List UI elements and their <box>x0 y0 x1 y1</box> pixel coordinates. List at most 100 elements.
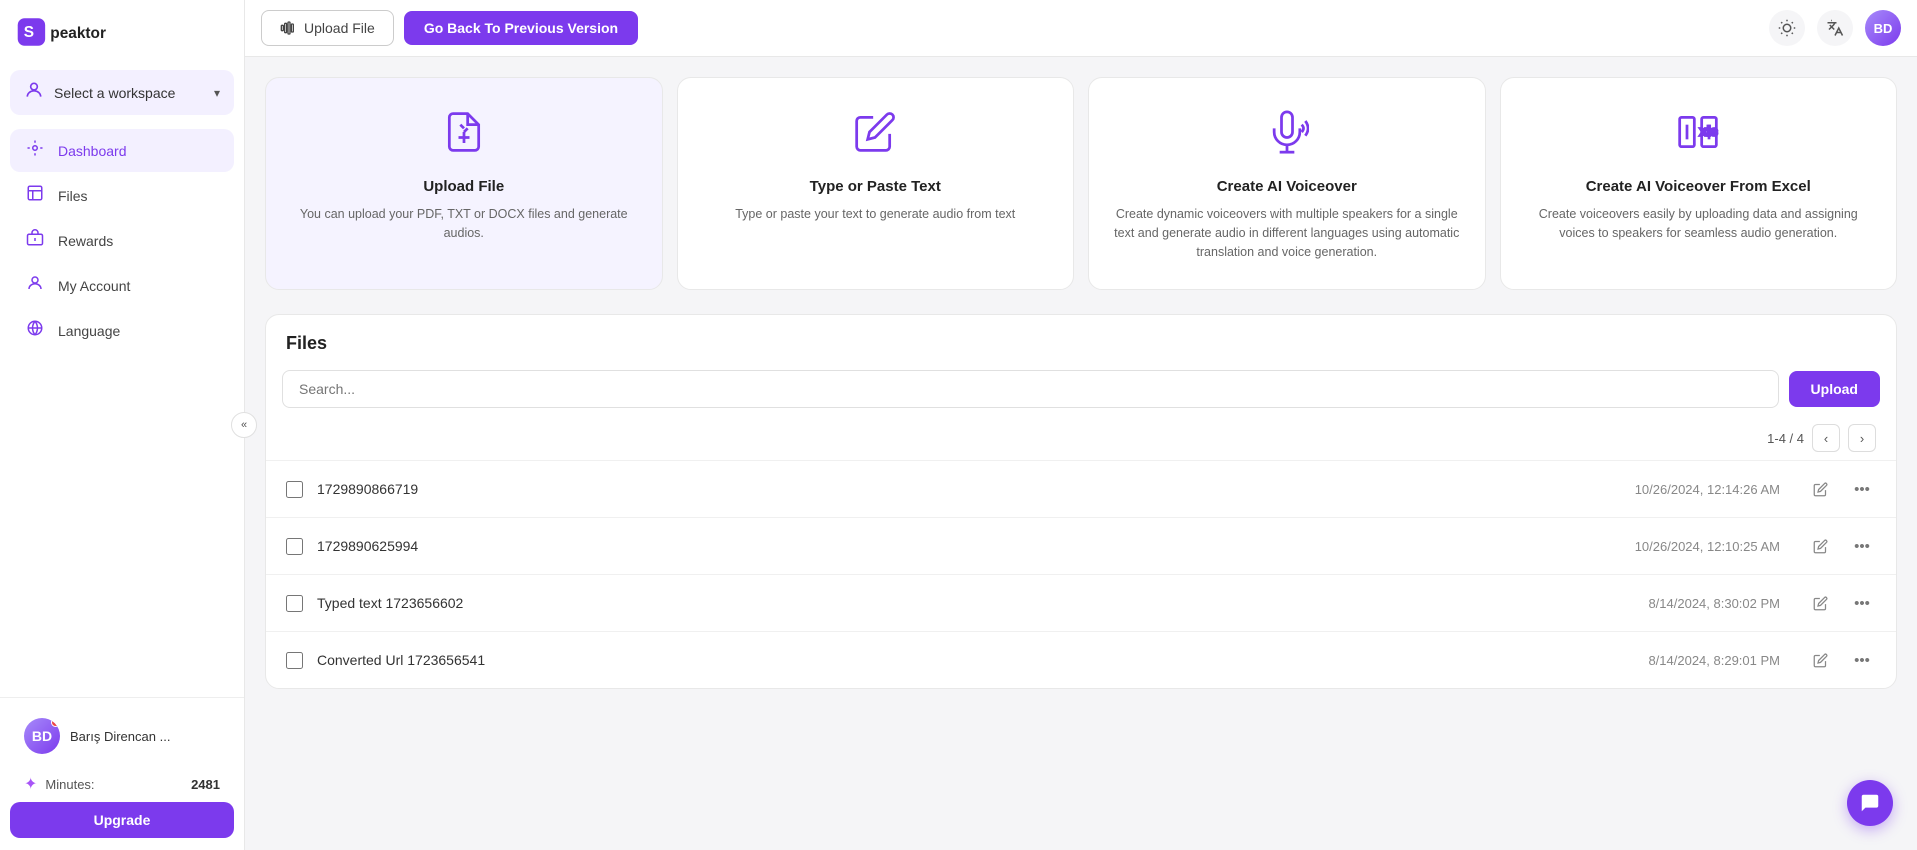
files-icon <box>24 184 46 207</box>
file-edit-icon-2[interactable] <box>1806 532 1834 560</box>
workspace-icon <box>24 80 44 105</box>
pagination-next-button[interactable]: › <box>1848 424 1876 452</box>
sidebar-item-dashboard-label: Dashboard <box>58 143 127 159</box>
sidebar: S peaktor Select a workspace ▾ Dashboard… <box>0 0 245 850</box>
dashboard-icon <box>24 139 46 162</box>
file-checkbox-2[interactable] <box>286 538 303 555</box>
file-name-3: Typed text 1723656602 <box>317 595 1634 611</box>
file-date-4: 8/14/2024, 8:29:01 PM <box>1648 653 1780 668</box>
main-area: Upload File Go Back To Previous Version … <box>245 0 1917 850</box>
table-row: 1729890625994 10/26/2024, 12:10:25 AM ••… <box>266 517 1896 574</box>
sidebar-item-my-account[interactable]: My Account <box>10 264 234 307</box>
pagination-prev-button[interactable]: ‹ <box>1812 424 1840 452</box>
sidebar-item-files[interactable]: Files <box>10 174 234 217</box>
file-edit-icon-4[interactable] <box>1806 646 1834 674</box>
files-section-title: Files <box>266 315 1896 364</box>
chat-bubble-button[interactable] <box>1847 780 1893 826</box>
pagination-info: 1-4 / 4 <box>1767 431 1804 446</box>
action-cards-grid: Upload File You can upload your PDF, TXT… <box>265 77 1897 290</box>
upload-file-card-title: Upload File <box>423 178 504 195</box>
translate-button[interactable] <box>1817 10 1853 46</box>
sidebar-item-dashboard[interactable]: Dashboard <box>10 129 234 172</box>
type-paste-card-desc: Type or paste your text to generate audi… <box>735 205 1015 224</box>
minutes-label: Minutes: <box>45 777 183 792</box>
theme-toggle-button[interactable] <box>1769 10 1805 46</box>
file-more-icon-4[interactable]: ••• <box>1848 646 1876 674</box>
svg-text:peaktor: peaktor <box>50 25 106 42</box>
notification-dot <box>51 718 60 727</box>
file-more-icon-2[interactable]: ••• <box>1848 532 1876 560</box>
workspace-label: Select a workspace <box>54 85 204 101</box>
files-section: Files Upload 1-4 / 4 ‹ › 1729890866719 1… <box>265 314 1897 689</box>
search-input[interactable] <box>282 370 1779 408</box>
avatar: BD <box>24 718 60 754</box>
pagination-row: 1-4 / 4 ‹ › <box>266 420 1896 460</box>
ai-voiceover-excel-card-desc: Create voiceovers easily by uploading da… <box>1521 205 1877 243</box>
table-row: Typed text 1723656602 8/14/2024, 8:30:02… <box>266 574 1896 631</box>
user-avatar-topbar[interactable]: BD <box>1865 10 1901 46</box>
language-icon <box>24 319 46 342</box>
file-name-1: 1729890866719 <box>317 481 1621 497</box>
table-row: Converted Url 1723656541 8/14/2024, 8:29… <box>266 631 1896 688</box>
upgrade-button[interactable]: Upgrade <box>10 802 234 838</box>
file-checkbox-4[interactable] <box>286 652 303 669</box>
svg-text:S: S <box>24 24 34 41</box>
files-upload-button[interactable]: Upload <box>1789 371 1880 407</box>
speaktor-logo: S peaktor <box>16 14 136 50</box>
user-name: Barış Direncan ... <box>70 729 170 744</box>
main-content: Upload File You can upload your PDF, TXT… <box>245 57 1917 850</box>
minutes-value: 2481 <box>191 777 220 792</box>
sidebar-item-language[interactable]: Language <box>10 309 234 352</box>
file-more-icon-3[interactable]: ••• <box>1848 589 1876 617</box>
file-checkbox-3[interactable] <box>286 595 303 612</box>
svg-text:xls: xls <box>1700 124 1718 139</box>
translate-icon <box>1826 19 1844 37</box>
workspace-selector[interactable]: Select a workspace ▾ <box>10 70 234 115</box>
sidebar-item-language-label: Language <box>58 323 120 339</box>
sidebar-item-files-label: Files <box>58 188 88 204</box>
table-row: 1729890866719 10/26/2024, 12:14:26 AM ••… <box>266 460 1896 517</box>
action-card-type-paste[interactable]: Type or Paste Text Type or paste your te… <box>677 77 1075 290</box>
action-card-ai-voiceover[interactable]: Create AI Voiceover Create dynamic voice… <box>1088 77 1486 290</box>
user-row[interactable]: BD Barış Direncan ... <box>10 710 234 762</box>
waveform-icon <box>280 20 296 36</box>
rewards-icon <box>24 229 46 252</box>
ai-voiceover-card-icon <box>1265 110 1309 164</box>
ai-voiceover-card-desc: Create dynamic voiceovers with multiple … <box>1109 205 1465 261</box>
file-checkbox-1[interactable] <box>286 481 303 498</box>
sidebar-collapse-button[interactable]: « <box>231 412 257 438</box>
file-edit-icon-3[interactable] <box>1806 589 1834 617</box>
file-more-icon-1[interactable]: ••• <box>1848 475 1876 503</box>
file-edit-icon-1[interactable] <box>1806 475 1834 503</box>
type-paste-card-title: Type or Paste Text <box>810 178 941 195</box>
sidebar-nav: Dashboard Files Rewards My Account Langu <box>0 121 244 697</box>
account-icon <box>24 274 46 297</box>
sidebar-item-rewards[interactable]: Rewards <box>10 219 234 262</box>
ai-voiceover-card-title: Create AI Voiceover <box>1217 178 1357 195</box>
minutes-row: ✦ Minutes: 2481 <box>10 770 234 802</box>
sidebar-bottom: BD Barış Direncan ... ✦ Minutes: 2481 Up… <box>0 697 244 850</box>
topbar-right: BD <box>1769 10 1901 46</box>
file-name-4: Converted Url 1723656541 <box>317 652 1634 668</box>
go-back-button[interactable]: Go Back To Previous Version <box>404 11 638 45</box>
upload-file-card-icon <box>442 110 486 164</box>
upload-file-card-desc: You can upload your PDF, TXT or DOCX fil… <box>286 205 642 243</box>
action-card-ai-voiceover-excel[interactable]: xls Create AI Voiceover From Excel Creat… <box>1500 77 1898 290</box>
logo-area: S peaktor <box>0 0 244 64</box>
ai-voiceover-excel-card-title: Create AI Voiceover From Excel <box>1586 178 1811 195</box>
sun-icon <box>1778 19 1796 37</box>
file-date-3: 8/14/2024, 8:30:02 PM <box>1648 596 1780 611</box>
files-search-row: Upload <box>266 364 1896 420</box>
sidebar-item-my-account-label: My Account <box>58 278 130 294</box>
file-date-2: 10/26/2024, 12:10:25 AM <box>1635 539 1780 554</box>
ai-voiceover-excel-card-icon: xls <box>1676 110 1720 164</box>
chevron-down-icon: ▾ <box>214 86 220 100</box>
topbar: Upload File Go Back To Previous Version … <box>245 0 1917 57</box>
sidebar-item-rewards-label: Rewards <box>58 233 113 249</box>
upload-file-label: Upload File <box>304 20 375 36</box>
file-date-1: 10/26/2024, 12:14:26 AM <box>1635 482 1780 497</box>
upload-file-button[interactable]: Upload File <box>261 10 394 46</box>
action-card-upload-file[interactable]: Upload File You can upload your PDF, TXT… <box>265 77 663 290</box>
chat-icon <box>1859 792 1881 814</box>
file-name-2: 1729890625994 <box>317 538 1621 554</box>
